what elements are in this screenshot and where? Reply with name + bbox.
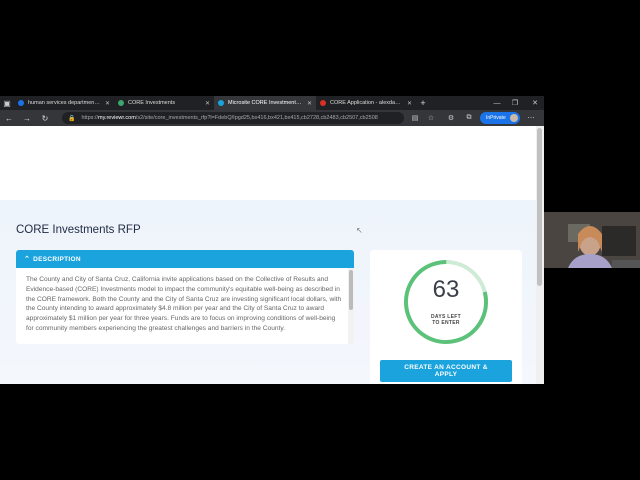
refresh-icon[interactable]: ↻: [36, 110, 54, 126]
tab-label: human services department sa...: [28, 100, 101, 106]
forward-icon[interactable]: →: [18, 110, 36, 126]
tab-core-investments[interactable]: CORE Investments ✕: [114, 96, 214, 110]
presenter-video-image: [544, 212, 640, 268]
close-tab-icon[interactable]: ✕: [307, 100, 312, 107]
tab-actions-icon[interactable]: ▣: [0, 96, 14, 110]
inprivate-label: InPrivate: [486, 115, 506, 121]
chevron-up-icon: ⌃: [24, 256, 31, 263]
page-title: CORE Investments RFP: [16, 224, 141, 236]
description-text: The County and City of Santa Cruz, Calif…: [26, 276, 342, 332]
tab-label: CORE Application - alexdami.Sl...: [330, 100, 403, 106]
url-protocol: https://: [81, 115, 98, 121]
address-bar[interactable]: 🔒 https:// my.reviewr.com /s2/site/core_…: [62, 112, 404, 124]
favorites-star-icon[interactable]: ☆: [424, 110, 438, 126]
reader-view-icon[interactable]: ▤: [408, 110, 422, 126]
apply-button-line1: CREATE AN ACCOUNT &: [404, 364, 488, 371]
web-page: CORE Investments RFP ↖ ⌃ DESCRIPTION The…: [0, 126, 536, 384]
reviewr-favicon-icon: [218, 100, 224, 106]
screen-recording: ▣ human services department sa... ✕ CORE…: [0, 0, 640, 480]
description-panel: ⌃ DESCRIPTION The County and City of San…: [16, 250, 354, 344]
gmail-icon: [320, 100, 326, 106]
collections-icon[interactable]: ⧉: [462, 110, 476, 126]
url-path: /s2/site/core_investments_rfp?l=FdebQ/Ip…: [135, 115, 378, 121]
webcam-overlay: [544, 212, 640, 268]
tab-human-services[interactable]: human services department sa... ✕: [14, 96, 114, 110]
lock-icon: 🔒: [68, 115, 76, 122]
deadline-card: 63 DAYS LEFT TO ENTER CREATE AN ACCOUNT …: [370, 250, 522, 384]
days-left-count: 63: [432, 276, 460, 303]
url-host: my.reviewr.com: [98, 115, 136, 121]
inprivate-badge[interactable]: InPrivate: [480, 112, 520, 124]
tab-label: CORE Investments: [128, 100, 176, 106]
close-tab-icon[interactable]: ✕: [407, 100, 412, 107]
description-scrollbar[interactable]: [348, 268, 354, 344]
apply-button-line2: APPLY: [434, 371, 458, 378]
description-header[interactable]: ⌃ DESCRIPTION: [16, 250, 354, 268]
minimize-icon[interactable]: —: [488, 96, 506, 110]
days-left-label: DAYS LEFT TO ENTER: [370, 314, 522, 326]
page-scrollbar-thumb[interactable]: [537, 128, 542, 286]
tab-label: Microsite CORE Investments RFP: [228, 100, 303, 106]
more-menu-icon[interactable]: ⋯: [524, 110, 538, 126]
close-tab-icon[interactable]: ✕: [105, 100, 110, 107]
close-window-icon[interactable]: ✕: [526, 96, 544, 110]
page-header-area: [0, 126, 536, 200]
new-tab-button[interactable]: +: [416, 98, 430, 108]
tab-core-application[interactable]: CORE Application - alexdami.Sl... ✕: [316, 96, 416, 110]
tab-bar: ▣ human services department sa... ✕ CORE…: [0, 96, 544, 110]
description-header-label: DESCRIPTION: [33, 255, 81, 263]
extensions-icon[interactable]: ⚙: [444, 110, 458, 126]
page-content: CORE Investments RFP ↖ ⌃ DESCRIPTION The…: [0, 200, 536, 384]
mouse-cursor-icon: ↖: [356, 226, 363, 235]
bing-icon: [18, 100, 24, 106]
navigation-bar: ← → ↻ 🔒 https:// my.reviewr.com /s2/site…: [0, 110, 544, 126]
maximize-icon[interactable]: ❐: [506, 96, 524, 110]
create-account-apply-button[interactable]: CREATE AN ACCOUNT & APPLY: [380, 360, 512, 382]
back-icon[interactable]: ←: [0, 110, 18, 126]
profile-avatar: [510, 114, 518, 122]
browser-window: ▣ human services department sa... ✕ CORE…: [0, 96, 544, 384]
site-favicon-icon: [118, 100, 124, 106]
days-left-label-line2: TO ENTER: [432, 320, 460, 326]
page-scrollbar[interactable]: [536, 126, 544, 384]
close-tab-icon[interactable]: ✕: [205, 100, 210, 107]
tab-microsite-rfp[interactable]: Microsite CORE Investments RFP ✕: [214, 96, 316, 110]
